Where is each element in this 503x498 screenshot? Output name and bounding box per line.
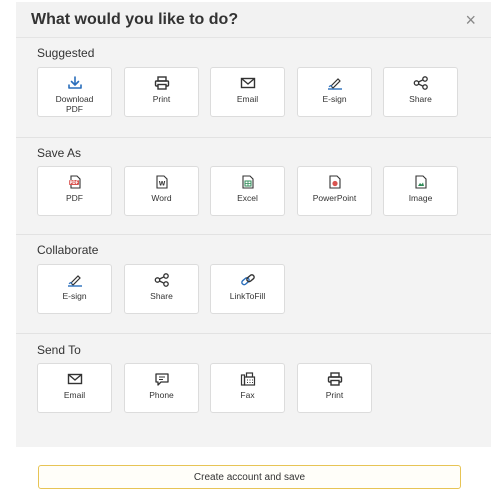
download-icon (67, 76, 82, 89)
esign-label: E-sign (62, 291, 87, 301)
print-button[interactable]: Print (124, 67, 199, 117)
email-button[interactable]: Email (210, 67, 285, 117)
word-label: Word (151, 193, 172, 203)
word-file-icon: W (155, 175, 168, 189)
pdf-label: PDF (66, 193, 83, 203)
powerpoint-file-icon (328, 175, 341, 189)
send-phone-button[interactable]: Phone (124, 363, 199, 413)
section-title-collaborate: Collaborate (37, 243, 99, 257)
share-label: Share (409, 94, 432, 104)
fax-icon (240, 372, 255, 386)
image-label: Image (408, 193, 433, 203)
chat-icon (154, 373, 169, 386)
svg-text:PDF: PDF (69, 180, 78, 185)
esign-label: E-sign (322, 94, 347, 104)
save-as-image-button[interactable]: Image (383, 166, 458, 216)
image-file-icon (414, 175, 427, 189)
excel-file-icon (241, 175, 254, 189)
excel-label: Excel (237, 193, 258, 203)
collaborate-esign-button[interactable]: E-sign (37, 264, 112, 314)
collaborate-share-button[interactable]: Share (124, 264, 199, 314)
actions-panel: Suggested Download PDF Print Email E-sig… (16, 38, 491, 447)
linktofill-button[interactable]: LinkToFill (210, 264, 285, 314)
fax-label: Fax (240, 390, 255, 400)
print-label: Print (325, 390, 344, 400)
powerpoint-label: PowerPoint (312, 193, 357, 203)
download-pdf-button[interactable]: Download PDF (37, 67, 112, 117)
phone-label: Phone (149, 390, 174, 400)
printer-icon (327, 372, 342, 386)
envelope-icon (240, 77, 255, 89)
pdf-file-icon: PDF (68, 175, 81, 189)
share-icon (154, 273, 169, 287)
close-icon[interactable]: × (465, 11, 476, 29)
link-icon (240, 274, 255, 286)
print-label: Print (152, 94, 171, 104)
share-label: Share (150, 291, 173, 301)
svg-text:W: W (158, 181, 165, 188)
signature-icon (67, 275, 82, 287)
dialog-title: What would you like to do? (31, 10, 239, 28)
save-as-excel-button[interactable]: Excel (210, 166, 285, 216)
divider (16, 333, 491, 334)
save-as-pdf-button[interactable]: PDF PDF (37, 166, 112, 216)
download-pdf-label: Download PDF (55, 94, 94, 114)
save-as-word-button[interactable]: W Word (124, 166, 199, 216)
esign-button[interactable]: E-sign (297, 67, 372, 117)
divider (16, 234, 491, 235)
create-account-button[interactable]: Create account and save (38, 465, 461, 489)
linktofill-label: LinkToFill (229, 291, 266, 301)
save-as-powerpoint-button[interactable]: PowerPoint (297, 166, 372, 216)
send-fax-button[interactable]: Fax (210, 363, 285, 413)
printer-icon (154, 76, 169, 90)
dialog-header: What would you like to do? × (16, 2, 491, 38)
section-title-suggested: Suggested (37, 46, 95, 60)
email-label: Email (236, 94, 259, 104)
section-title-send-to: Send To (37, 343, 81, 357)
share-button[interactable]: Share (383, 67, 458, 117)
email-label: Email (63, 390, 86, 400)
section-title-save-as: Save As (37, 146, 82, 160)
send-email-button[interactable]: Email (37, 363, 112, 413)
signature-icon (327, 78, 342, 90)
divider (16, 137, 491, 138)
share-icon (413, 76, 428, 90)
envelope-icon (67, 373, 82, 385)
send-print-button[interactable]: Print (297, 363, 372, 413)
